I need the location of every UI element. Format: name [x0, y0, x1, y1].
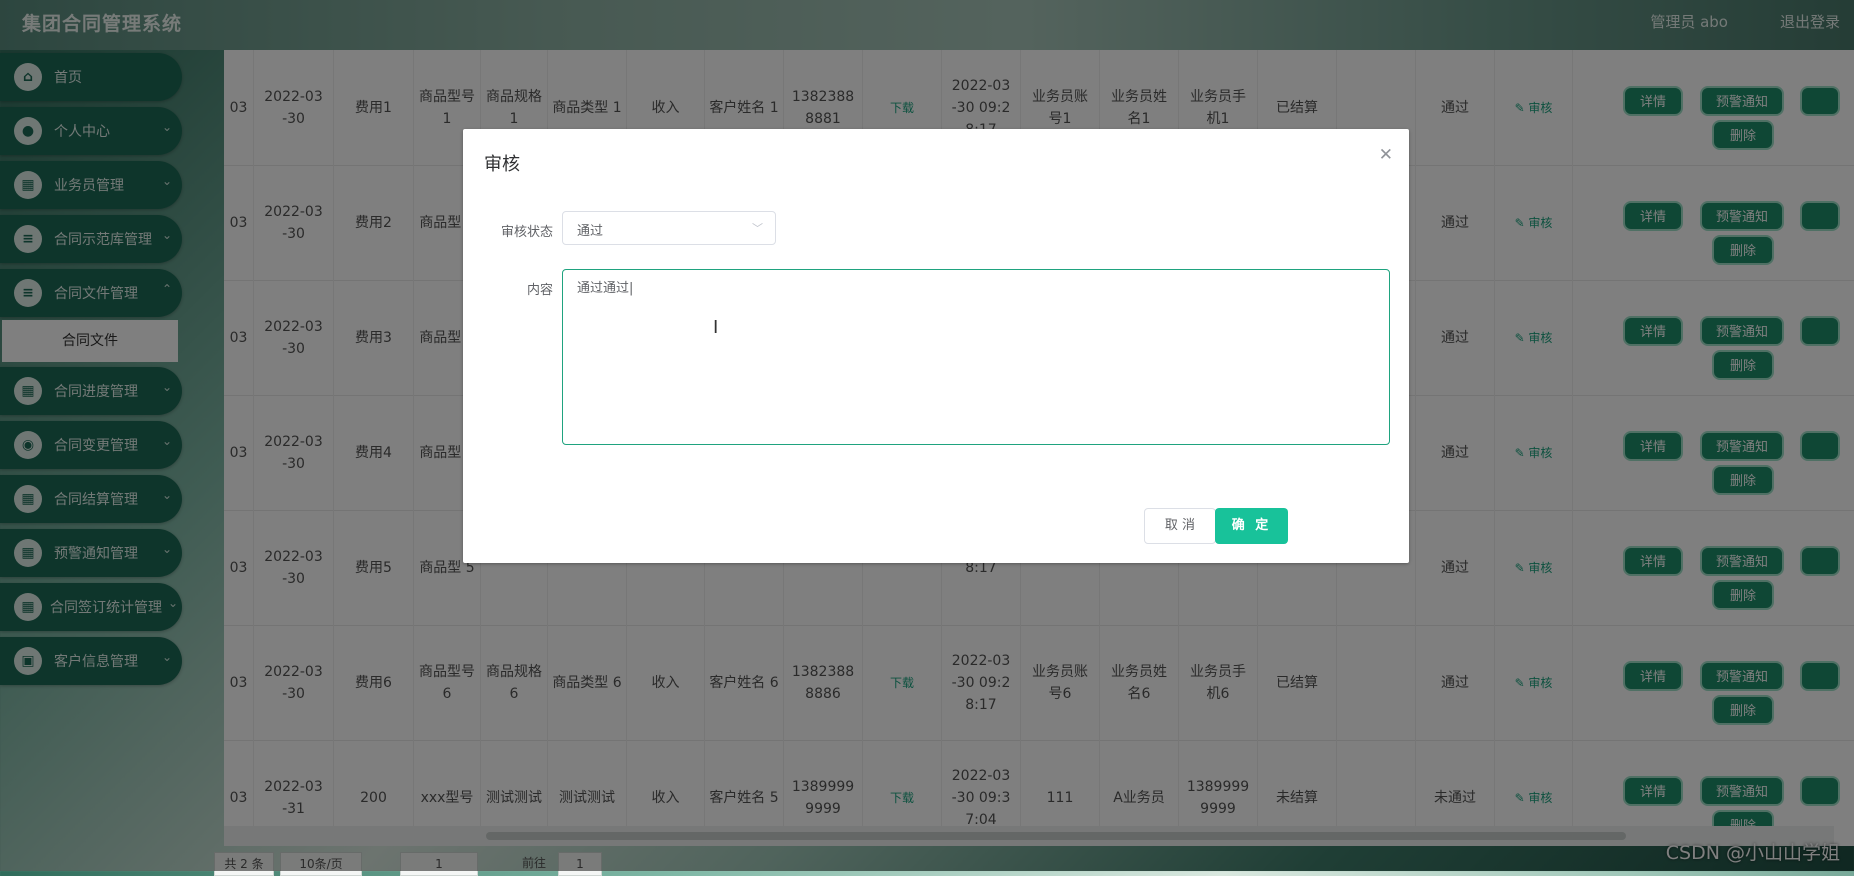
dialog-title: 审核	[484, 154, 520, 175]
status-select[interactable]: 通过 ﹀	[562, 211, 776, 245]
status-label: 审核状态	[500, 225, 553, 240]
status-select-value: 通过	[577, 224, 604, 239]
confirm-button[interactable]: 确 定	[1215, 508, 1288, 544]
audit-dialog: 审核 ✕ 审核状态 通过 ﹀ 内容 通过通过| I 取 消 确 定	[463, 129, 1409, 563]
cancel-button[interactable]: 取 消	[1144, 508, 1216, 544]
text-cursor-icon: I	[713, 317, 719, 338]
chevron-down-icon: ﹀	[752, 222, 763, 235]
content-textarea[interactable]: 通过通过|	[562, 269, 1390, 445]
close-icon[interactable]: ✕	[1379, 145, 1393, 165]
content-label: 内容	[526, 283, 553, 298]
